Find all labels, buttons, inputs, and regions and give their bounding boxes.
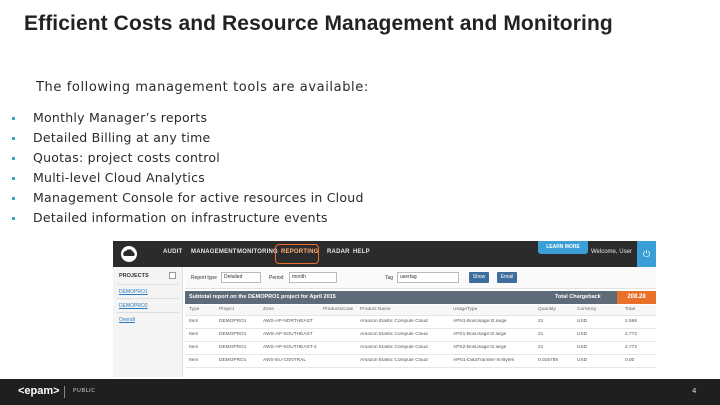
app-top-nav: AUDIT MANAGEMENT MONITORING REPORTING RA… xyxy=(113,241,656,267)
classification-label: PUBLIC xyxy=(73,388,96,394)
column-header: Quantity xyxy=(538,307,556,312)
nav-reporting[interactable]: REPORTING xyxy=(281,249,318,255)
bullet-dot-icon xyxy=(12,157,15,160)
nav-help[interactable]: HELP xyxy=(353,249,370,255)
table-row[interactable]: Item DEMOPRO1 AWS-EU-CENTRAL Amazon Elas… xyxy=(185,355,656,368)
column-header: Total xyxy=(625,307,636,312)
divider xyxy=(117,298,179,299)
table-header-row: Type Project Zone ProductsCode Product N… xyxy=(185,305,656,316)
projects-heading: PROJECTS xyxy=(119,273,149,279)
chargeback-label: Total Chargeback xyxy=(555,294,601,300)
bullet-dot-icon xyxy=(12,217,15,220)
table-row[interactable]: Item DEMOPRO1 AWS-AP-SOUTHEAST Amazon El… xyxy=(185,329,656,342)
bullet-dot-icon xyxy=(12,117,15,120)
divider xyxy=(117,284,179,285)
footer-divider xyxy=(64,386,65,398)
page-number: 4 xyxy=(692,387,697,395)
report-table: Type Project Zone ProductsCode Product N… xyxy=(185,305,656,368)
chargeback-value: 208.28 xyxy=(617,291,656,304)
column-header: Currency xyxy=(577,307,597,312)
column-header: UsageType xyxy=(453,307,478,312)
period-select[interactable]: month xyxy=(289,272,337,283)
epam-logo: <epam> xyxy=(18,385,60,397)
slide-footer: <epam> PUBLIC 4 xyxy=(0,379,720,405)
report-title: Subtotal report on the DEMOPRO1 project … xyxy=(189,294,336,300)
projects-toggle[interactable] xyxy=(169,272,176,279)
cloud-logo-icon xyxy=(121,246,137,262)
bullet-item: Quotas: project costs control xyxy=(12,148,364,168)
bullet-item: Multi-level Cloud Analytics xyxy=(12,168,364,188)
project-item[interactable]: Overall xyxy=(119,317,135,323)
bullet-item: Management Console for active resources … xyxy=(12,188,364,208)
period-label: Period xyxy=(269,275,284,281)
table-row[interactable]: Item DEMOPRO1 AWS-AP-NORTHEAST Amazon El… xyxy=(185,316,656,329)
report-type-label: Report type xyxy=(191,275,217,281)
divider xyxy=(117,312,179,313)
slide-title: Efficient Costs and Resource Management … xyxy=(24,12,613,35)
tag-input[interactable]: usertag xyxy=(397,272,459,283)
bullet-dot-icon xyxy=(12,137,15,140)
bullet-item: Monthly Manager’s reports xyxy=(12,108,364,128)
app-screenshot: AUDIT MANAGEMENT MONITORING REPORTING RA… xyxy=(113,241,656,377)
table-row[interactable]: Item DEMOPRO1 AWS-AP-SOUTHEAST-2 Amazon … xyxy=(185,342,656,355)
project-item[interactable]: DEMOPRO2 xyxy=(119,303,148,309)
welcome-user[interactable]: Welcome, User xyxy=(591,249,632,255)
nav-audit[interactable]: AUDIT xyxy=(163,249,182,255)
tag-label: Tag xyxy=(385,275,394,281)
column-header: ProductsCode xyxy=(323,307,354,312)
slide-subtitle: The following management tools are avail… xyxy=(36,80,369,95)
report-filter-bar: Report type Detailed Period month Tag us… xyxy=(185,267,656,289)
bullet-item: Detailed Billing at any time xyxy=(12,128,364,148)
report-type-select[interactable]: Detailed xyxy=(221,272,261,283)
learn-more-button[interactable]: LEARN MORE xyxy=(538,241,588,254)
column-header: Project xyxy=(219,307,234,312)
nav-radar[interactable]: RADAR xyxy=(327,249,350,255)
show-button[interactable]: Show xyxy=(469,272,489,283)
email-button[interactable]: Email xyxy=(497,272,517,283)
report-header: Subtotal report on the DEMOPRO1 project … xyxy=(185,291,656,304)
nav-management[interactable]: MANAGEMENT xyxy=(191,249,237,255)
bullet-list: Monthly Manager’s reports Detailed Billi… xyxy=(12,108,364,228)
power-icon[interactable]: ⏻ xyxy=(637,241,656,267)
project-item[interactable]: DEMOPRO1 xyxy=(119,289,148,295)
column-header: Product Name xyxy=(360,307,391,312)
column-header: Zone xyxy=(263,307,274,312)
bullet-dot-icon xyxy=(12,177,15,180)
bullet-item: Detailed information on infrastructure e… xyxy=(12,208,364,228)
column-header: Type xyxy=(189,307,200,312)
bullet-dot-icon xyxy=(12,197,15,200)
projects-panel: PROJECTS DEMOPRO1 DEMOPRO2 Overall xyxy=(113,267,183,377)
nav-monitoring[interactable]: MONITORING xyxy=(237,249,278,255)
